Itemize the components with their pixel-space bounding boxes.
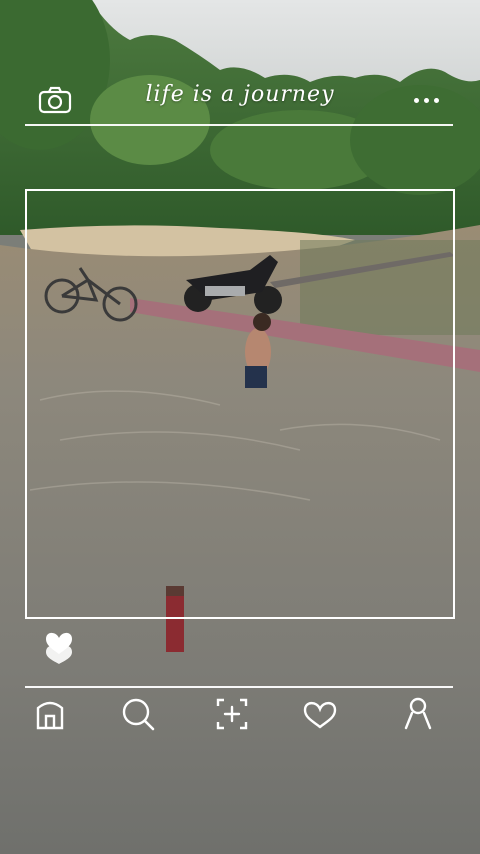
photo-frame[interactable] — [25, 189, 455, 619]
page-title: life is a journey — [145, 82, 335, 107]
more-options-button[interactable] — [412, 88, 442, 112]
home-icon — [36, 701, 64, 730]
heart-filled-icon — [46, 632, 72, 664]
more-dots-icon — [412, 88, 442, 112]
search-icon — [122, 698, 155, 731]
top-bar: life is a journey — [0, 78, 480, 122]
like-button[interactable] — [42, 628, 76, 664]
nav-add-post[interactable] — [212, 694, 252, 734]
heart-outline-icon — [303, 701, 337, 729]
profile-icon — [404, 697, 432, 730]
nav-likes[interactable] — [300, 694, 340, 734]
nav-search[interactable] — [118, 694, 158, 734]
bottom-divider — [25, 686, 453, 688]
dot — [434, 98, 439, 103]
dot — [424, 98, 429, 103]
add-post-icon — [216, 698, 248, 730]
top-divider — [25, 124, 453, 126]
dot — [414, 98, 419, 103]
app-overlay: life is a journey — [0, 0, 480, 854]
nav-profile[interactable] — [398, 694, 438, 734]
nav-home[interactable] — [30, 694, 70, 734]
bottom-nav — [0, 694, 480, 736]
